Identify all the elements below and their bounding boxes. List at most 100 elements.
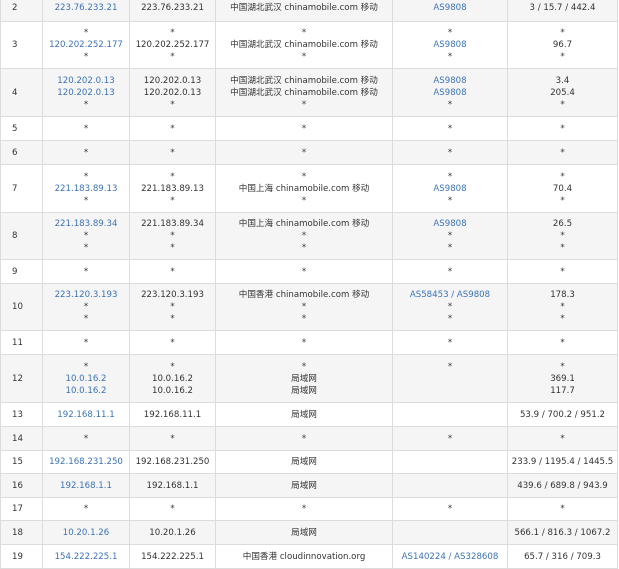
latency-cell: 3.4 205.4 * bbox=[507, 68, 618, 117]
ip-cell-line[interactable]: 192.168.11.1 bbox=[43, 409, 129, 421]
ip-cell: * bbox=[42, 116, 130, 141]
ip-cell: * bbox=[42, 497, 130, 521]
asn-cell bbox=[392, 450, 508, 474]
hostname-cell: * 10.0.16.2 10.0.16.2 bbox=[129, 354, 216, 403]
asn-cell-line: * bbox=[447, 302, 453, 312]
asn-cell: * bbox=[392, 140, 508, 165]
latency-cell-line: 566.1 / 816.3 / 1067.2 bbox=[514, 527, 611, 538]
ip-cell: * bbox=[42, 426, 130, 451]
asn-cell-line[interactable]: AS58453 / AS9808 bbox=[393, 289, 507, 301]
ip-cell-line[interactable]: 192.168.1.1 bbox=[43, 480, 129, 492]
ip-cell: * 221.183.89.13 * bbox=[42, 164, 130, 213]
location-cell-line: * bbox=[301, 266, 307, 277]
hostname-cell-line: 10.0.16.2 bbox=[151, 373, 193, 384]
hostname-cell-line: 120.202.0.13 bbox=[143, 75, 202, 86]
hostname-cell-line: 221.183.89.34 bbox=[141, 219, 204, 229]
ip-cell: 223.76.233.21 bbox=[42, 0, 130, 22]
latency-cell: 3 / 15.7 / 442.4 bbox=[507, 0, 618, 22]
hostname-cell-line: 120.202.252.177 bbox=[135, 40, 210, 50]
hostname-cell-line: 10.0.16.2 bbox=[151, 385, 193, 396]
location-cell-line: * bbox=[301, 361, 307, 372]
asn-cell-line[interactable]: AS9808 bbox=[393, 218, 507, 230]
location-cell-line: 中国上海 chinamobile.com 移动 bbox=[238, 183, 370, 194]
asn-cell: AS9808 bbox=[392, 0, 508, 22]
location-cell: 局域网 bbox=[215, 473, 393, 498]
asn-cell: AS9808 AS9808 * bbox=[392, 68, 508, 117]
latency-cell-line: * bbox=[560, 266, 565, 277]
asn-cell-line bbox=[393, 409, 507, 421]
latency-cell-line: 205.4 bbox=[550, 87, 575, 98]
location-cell-line: * bbox=[301, 302, 307, 312]
asn-cell bbox=[392, 402, 508, 427]
hop-number: 8 bbox=[0, 212, 43, 260]
hostname-cell: * bbox=[129, 426, 216, 451]
asn-cell-line: * bbox=[447, 361, 453, 372]
latency-cell: 566.1 / 816.3 / 1067.2 bbox=[507, 520, 618, 545]
hostname-cell: 10.20.1.26 bbox=[129, 520, 216, 545]
latency-cell: 233.9 / 1195.4 / 1445.5 bbox=[507, 450, 618, 474]
location-cell-line: 中国湖北武汉 chinamobile.com 移动 bbox=[230, 3, 378, 13]
hop-number: 9 bbox=[0, 259, 43, 284]
ip-cell-line[interactable]: 221.183.89.13 bbox=[43, 183, 129, 195]
asn-cell-line: * bbox=[447, 231, 453, 241]
ip-cell: * 120.202.252.177 * bbox=[42, 21, 130, 69]
ip-cell-line: * bbox=[83, 99, 89, 110]
hostname-cell-line: 223.120.3.193 bbox=[141, 290, 204, 300]
ip-cell-line[interactable]: 192.168.231.250 bbox=[43, 456, 129, 468]
hop-number: 11 bbox=[0, 330, 43, 355]
ip-cell-line: * bbox=[83, 243, 89, 253]
ip-cell-line[interactable]: 120.202.252.177 bbox=[43, 39, 129, 51]
latency-cell: * 96.7 * bbox=[507, 21, 618, 69]
table-row: 17 * * * * * bbox=[0, 497, 618, 521]
ip-cell-line[interactable]: 10.0.16.2 bbox=[43, 385, 129, 397]
asn-cell bbox=[392, 473, 508, 498]
hop-number: 5 bbox=[0, 116, 43, 141]
ip-cell-line[interactable]: 120.202.0.13 bbox=[43, 75, 129, 87]
asn-cell-line: * bbox=[447, 337, 453, 348]
hostname-cell-line: 192.168.11.1 bbox=[143, 409, 202, 420]
latency-cell-line: * bbox=[560, 243, 565, 253]
ip-cell-line[interactable]: 223.76.233.21 bbox=[43, 2, 129, 14]
ip-cell-line[interactable]: 10.0.16.2 bbox=[43, 373, 129, 385]
asn-cell bbox=[392, 520, 508, 545]
location-cell-line: 中国湖北武汉 chinamobile.com 移动 bbox=[230, 40, 378, 50]
hop-number: 12 bbox=[0, 354, 43, 403]
hostname-cell-line: * bbox=[170, 314, 175, 324]
hostname-cell-line: 120.202.0.13 bbox=[143, 87, 202, 98]
latency-cell-line: * bbox=[560, 504, 565, 514]
location-cell: 中国湖北武汉 chinamobile.com 移动 中国湖北武汉 chinamob… bbox=[215, 68, 393, 117]
ip-cell: * bbox=[42, 140, 130, 165]
hostname-cell-line: * bbox=[170, 123, 175, 134]
location-cell-line: 中国香港 chinamobile.com 移动 bbox=[238, 290, 370, 300]
latency-cell-line: * bbox=[560, 231, 565, 241]
ip-cell-line[interactable]: 120.202.0.13 bbox=[43, 87, 129, 99]
latency-cell-line: 117.7 bbox=[550, 385, 575, 396]
hop-number: 17 bbox=[0, 497, 43, 521]
ip-cell-line: * bbox=[83, 195, 89, 206]
asn-cell-line[interactable]: AS9808 bbox=[393, 183, 507, 195]
location-cell-line: * bbox=[301, 314, 307, 324]
asn-cell-line[interactable]: AS9808 bbox=[393, 87, 507, 99]
table-row: 14 * * * * * bbox=[0, 426, 618, 451]
location-cell: * bbox=[215, 116, 393, 141]
latency-cell: * bbox=[507, 497, 618, 521]
ip-cell: 120.202.0.13 120.202.0.13 * bbox=[42, 68, 130, 117]
hostname-cell-line: * bbox=[170, 195, 175, 206]
location-cell: * bbox=[215, 497, 393, 521]
location-cell-line: * bbox=[301, 28, 307, 38]
ip-cell-line[interactable]: 221.183.89.34 bbox=[43, 218, 129, 230]
ip-cell-line[interactable]: 223.120.3.193 bbox=[43, 289, 129, 301]
ip-cell-line[interactable]: 10.20.1.26 bbox=[43, 527, 129, 539]
hostname-cell-line: 10.20.1.26 bbox=[149, 527, 196, 538]
latency-cell-line: 96.7 bbox=[552, 40, 573, 50]
latency-cell-line: 178.3 bbox=[550, 290, 575, 300]
location-cell-line: 中国上海 chinamobile.com 移动 bbox=[238, 219, 370, 229]
asn-cell-line[interactable]: AS9808 bbox=[393, 39, 507, 51]
latency-cell-line: * bbox=[560, 195, 565, 206]
asn-cell-line[interactable]: AS9808 bbox=[393, 75, 507, 87]
latency-cell-line: * bbox=[560, 361, 565, 372]
table-row: 11 * * * * * bbox=[0, 330, 618, 355]
table-row: 15 192.168.231.250 192.168.231.250 局域网 233.9… bbox=[0, 450, 618, 474]
latency-cell-line: 369.1 bbox=[550, 373, 575, 384]
asn-cell-line[interactable]: AS9808 bbox=[393, 2, 507, 14]
